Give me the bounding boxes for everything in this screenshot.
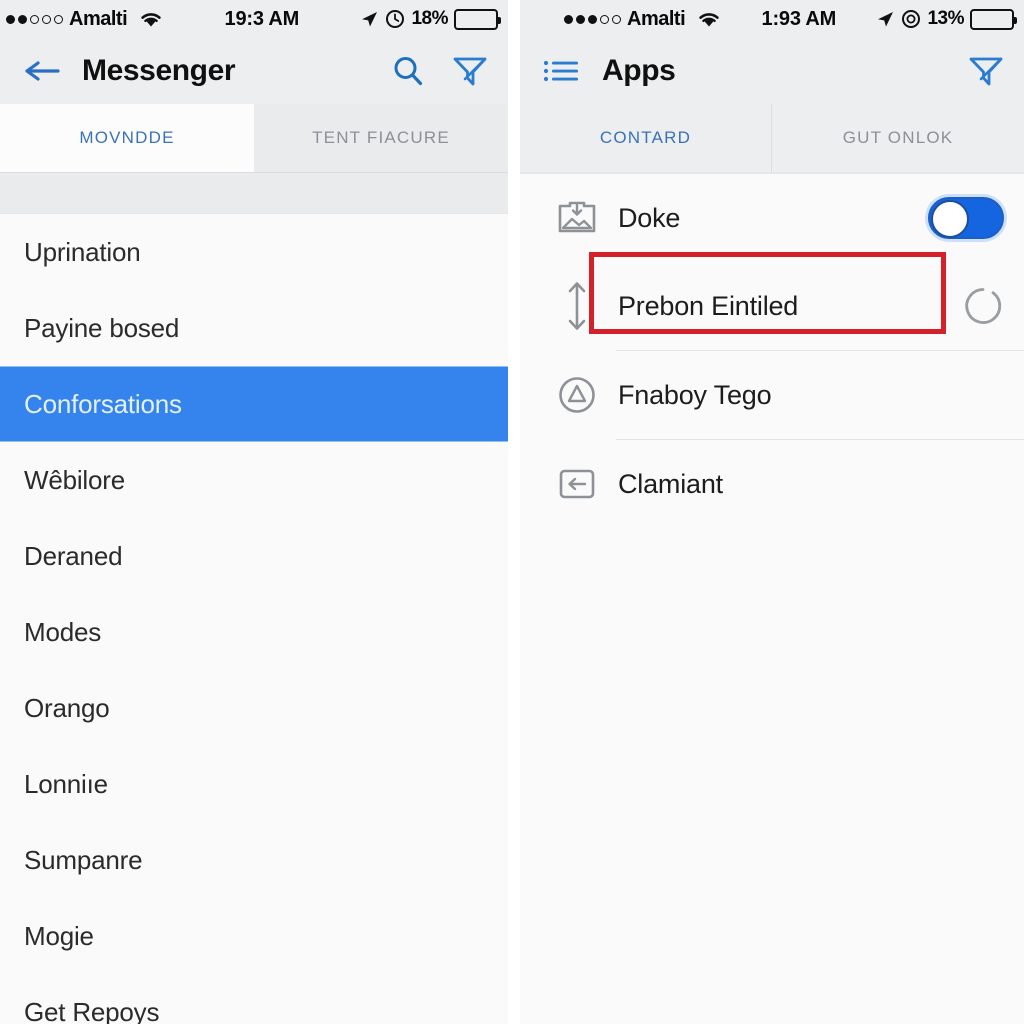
left-phone-panel: Amalti 19:3 AM 18% Messenger MOVNDDE TEN… [0,0,508,1024]
list-item[interactable]: Mogie [0,898,508,974]
list-item-label: Orango [24,692,110,723]
right-tab-bar: Contard Gut Onlok [520,104,1024,172]
list-item-label: Lonniıe [24,768,108,799]
right-nav-actions [966,51,1006,91]
left-signal-dots [6,14,63,24]
list-item-label: Fnaboy Tego [618,379,772,410]
right-list: Doke Prebon Eintiled Fnaboy Tego Clamian… [520,174,1024,528]
list-item-label: Payine bosed [24,312,180,343]
back-arrow-icon[interactable] [20,49,64,93]
filter-send-icon[interactable] [966,51,1006,91]
panel-divider [508,0,520,1024]
tab-gut-onlok-label: Gut Onlok [842,128,954,147]
tab-movndde-label: Movndde [79,128,175,147]
left-nav-bar: Messenger [0,38,508,104]
tab-tent-fiacure-label: Tent Fiacure [312,128,450,147]
list-item[interactable]: Uprination [0,214,508,290]
tab-contard-label: Contard [599,128,692,147]
left-battery-percent: 18% [411,8,448,29]
left-carrier-name: Amalti [69,7,128,30]
right-nav-bar: Apps [520,38,1024,104]
location-arrow-icon [359,9,379,29]
up-down-arrow-icon [550,279,604,333]
doke-toggle-switch[interactable] [924,197,1004,239]
right-carrier-name: Amalti [627,7,686,30]
search-icon[interactable] [388,51,428,91]
page-title: Apps [602,54,676,87]
list-item-label: Deraned [24,540,123,571]
list-item-prebon-eintiled[interactable]: Prebon Eintiled [520,262,1024,350]
list-item-selected[interactable]: Conforsations [0,366,508,442]
right-signal-dots [564,14,621,24]
wifi-icon [696,9,722,29]
left-status-time: 19:3 AM [224,7,300,30]
tab-contard[interactable]: Contard [520,104,772,172]
list-item-label: Wêbilore [24,464,125,495]
list-item-label: Prebon Eintiled [618,290,799,321]
list-bullets-icon[interactable] [540,49,584,93]
right-status-carrier-group: Amalti [526,8,722,31]
list-item-label: Conforsations [24,388,182,419]
left-status-indicators: 18% [359,8,501,30]
right-status-indicators: 13% [875,8,1017,30]
battery-full-icon [454,8,501,30]
list-item[interactable]: Get Repoys [0,974,508,1024]
wifi-icon [138,9,164,29]
right-phone-panel: Amalti 1:93 AM 13% Apps CONTARD GUT ONLO… [520,0,1024,1024]
alarm-clock-icon [901,9,921,29]
tab-movndde[interactable]: Movndde [0,104,254,172]
page-title: Messenger [82,54,236,87]
list-item-label: Mogie [24,920,94,951]
right-status-bar: Amalti 1:93 AM 13% [520,0,1024,38]
triangle-circle-icon [550,374,604,416]
right-status-time: 1:93 AM [761,7,837,30]
list-item-label: Modes [24,616,102,647]
list-item-label: Sumpanre [24,844,143,875]
left-section-separator [0,172,508,214]
right-battery-percent: 13% [927,8,964,29]
list-item[interactable]: Deraned [0,518,508,594]
list-item[interactable]: Lonniıe [0,746,508,822]
list-item-doke[interactable]: Doke [520,174,1024,262]
image-download-icon [550,200,604,236]
list-item[interactable]: Wêbilore [0,442,508,518]
list-item-label: Get Repoys [24,996,160,1024]
list-item-label: Doke [618,202,681,233]
list-item-clamiant[interactable]: Clamiant [520,440,1024,528]
list-item-label: Uprination [24,236,141,267]
list-item[interactable]: Payine bosed [0,290,508,366]
alarm-clock-icon [385,9,405,29]
left-list: Uprination Payine bosed Conforsations Wê… [0,214,508,1024]
list-item-label: Clamiant [618,468,723,499]
tab-tent-fiacure[interactable]: Tent Fiacure [254,104,508,172]
left-status-bar: Amalti 19:3 AM 18% [0,0,508,38]
arrow-left-box-icon [550,464,604,504]
battery-full-icon [970,8,1017,30]
list-item-fnaboy-tego[interactable]: Fnaboy Tego [520,351,1024,439]
refresh-icon[interactable] [924,285,1004,327]
location-arrow-icon [875,9,895,29]
left-nav-actions [388,51,490,91]
dual-phone-screenshot: Amalti 19:3 AM 18% Messenger MOVNDDE TEN… [0,0,1024,1024]
left-tab-bar: Movndde Tent Fiacure [0,104,508,172]
tab-gut-onlok[interactable]: Gut Onlok [772,104,1024,172]
list-item[interactable]: Sumpanre [0,822,508,898]
left-status-carrier-group: Amalti [6,8,164,31]
filter-send-icon[interactable] [450,51,490,91]
list-item[interactable]: Orango [0,670,508,746]
list-item[interactable]: Modes [0,594,508,670]
